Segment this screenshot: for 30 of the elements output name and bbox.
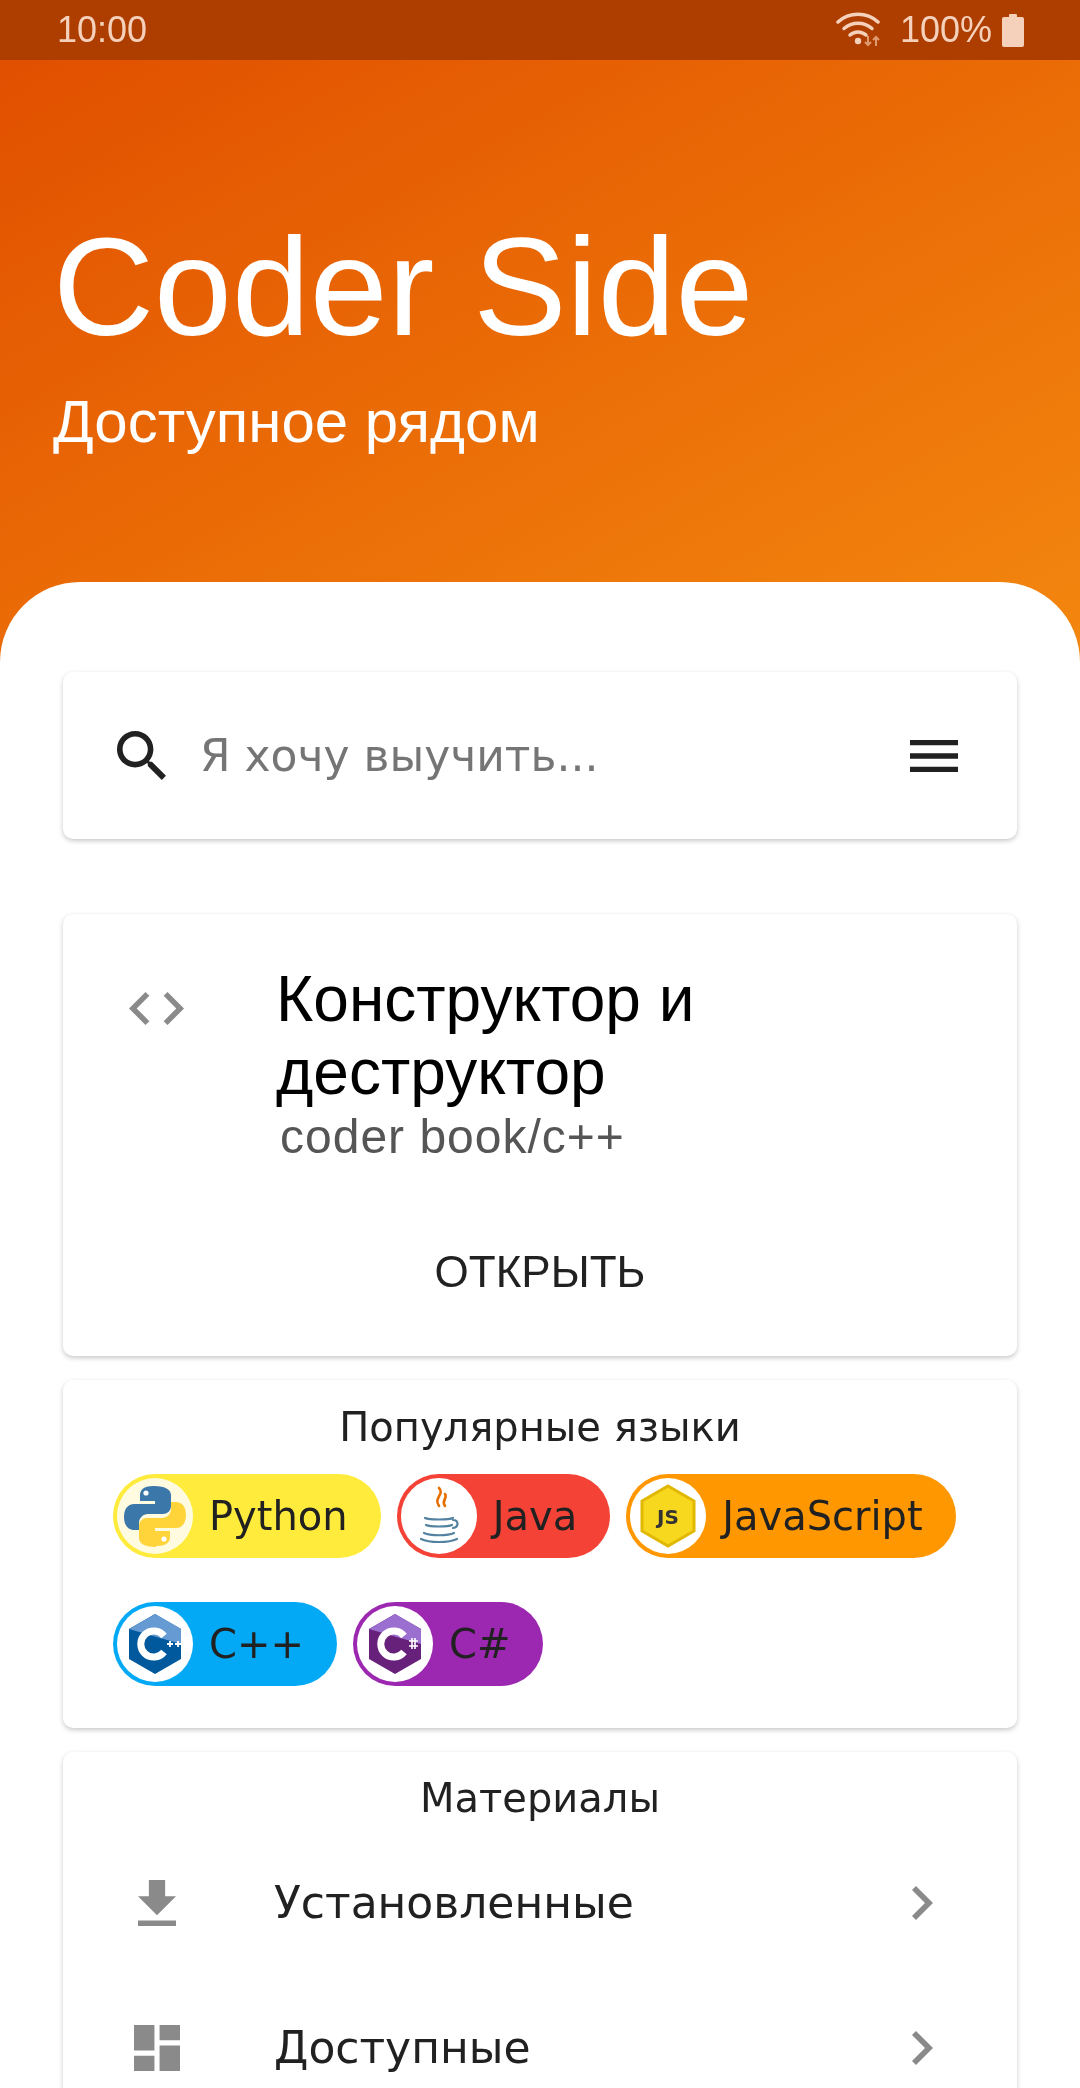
- language-chip[interactable]: Python: [113, 1474, 381, 1558]
- download-icon: [138, 1879, 176, 1926]
- chevron-right-icon: [912, 2030, 933, 2065]
- language-chip[interactable]: C++: [113, 1602, 337, 1686]
- hexagon-c-logo-icon: [356, 1606, 433, 1682]
- language-chip[interactable]: JS JavaScript: [626, 1474, 956, 1558]
- battery-icon: [1002, 13, 1024, 47]
- coffee-cup-icon: [400, 1478, 477, 1554]
- status-time: 10:00: [57, 12, 148, 48]
- battery-percent: 100%: [899, 12, 992, 48]
- materials-item[interactable]: Установленные: [63, 1830, 1017, 1975]
- languages-title: Популярные языки: [339, 1403, 741, 1451]
- materials-item[interactable]: Доступные: [63, 1975, 1017, 2088]
- open-button[interactable]: ОТКРЫТЬ: [418, 1240, 662, 1304]
- language-chip[interactable]: Java: [396, 1474, 611, 1558]
- search-input[interactable]: Я хочу выучить...: [200, 723, 890, 788]
- app-subtitle: Доступное рядом: [53, 392, 540, 452]
- article-path: coder book/c++: [280, 1109, 625, 1164]
- snakes-logo-icon: [117, 1478, 193, 1554]
- materials-title: Материалы: [420, 1774, 660, 1822]
- article-title: Конструктор и деструктор: [276, 963, 696, 1109]
- search-icon: [117, 731, 166, 780]
- menu-icon[interactable]: [910, 739, 958, 772]
- app-title: Coder Side: [53, 217, 754, 357]
- code-icon: [129, 992, 184, 1025]
- wifi-icon: [835, 12, 882, 48]
- dashboard-icon: [134, 2024, 180, 2071]
- chevron-right-icon: [912, 1885, 933, 1920]
- hexagon-logo-icon: JS: [630, 1478, 707, 1554]
- hexagon-c-logo-icon: [117, 1606, 193, 1682]
